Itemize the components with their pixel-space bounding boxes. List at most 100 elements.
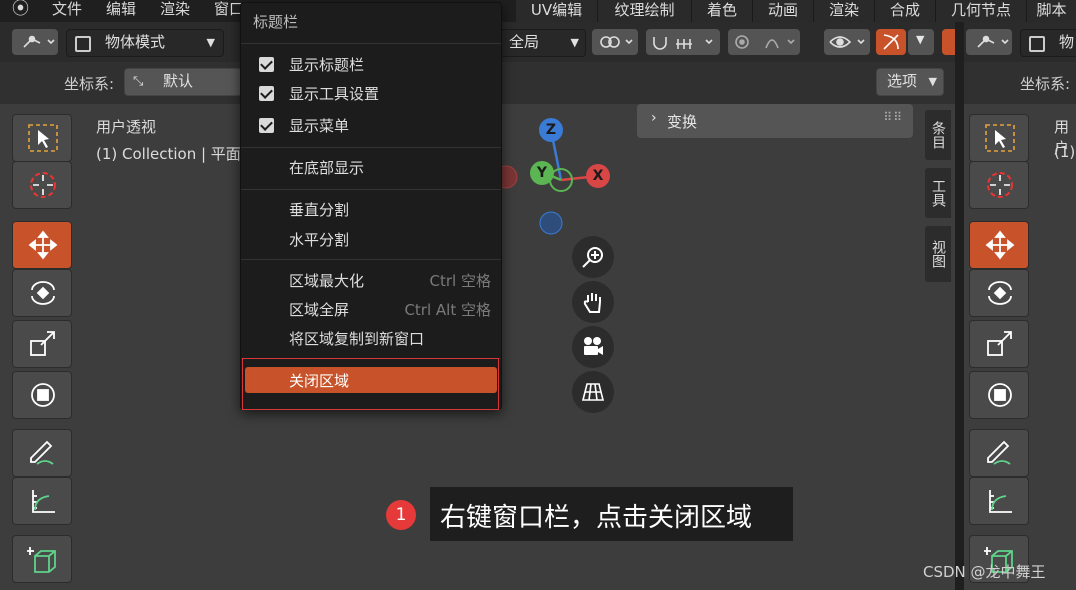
chevron-down-icon: ▼ <box>570 36 579 49</box>
options-select[interactable]: 选项 ▼ <box>876 68 944 96</box>
viewport-header: 物体模式 ▼ 全局 ▼ ▼ 物 <box>0 22 1076 62</box>
editor-type-button-right[interactable] <box>966 29 1012 55</box>
move-tool-right[interactable] <box>969 221 1029 269</box>
move-tool[interactable] <box>12 221 72 269</box>
coord-system-select[interactable]: ⤡ 默认 <box>124 68 242 96</box>
tool-settings-bar: 坐标系: ⤡ 默认 选项 ▼ 坐标系: <box>0 62 1076 104</box>
ruler-icon <box>32 490 55 513</box>
annotate-tool-right[interactable] <box>969 429 1029 477</box>
transform-panel-header[interactable]: › 变换 ⠿⠿ <box>637 104 913 138</box>
menu-edit[interactable]: 编辑 <box>106 0 136 18</box>
tab-shading[interactable]: 着色 <box>692 0 753 22</box>
gizmo-y-axis[interactable]: Y <box>530 161 554 185</box>
object-mode-icon <box>1029 36 1045 52</box>
object-mode-select[interactable]: 物体模式 ▼ <box>66 29 224 57</box>
drag-handle-icon[interactable]: ⠿⠿ <box>883 110 903 124</box>
camera-view-button[interactable] <box>572 326 614 368</box>
select-cursor-icon <box>28 124 58 152</box>
menu-render[interactable]: 渲染 <box>160 0 190 18</box>
chevron-down-icon: ▼ <box>928 75 937 88</box>
select-box-tool-right[interactable] <box>969 114 1029 162</box>
shortcut-maximize: Ctrl 空格 <box>429 272 491 290</box>
rotate-tool[interactable] <box>12 269 72 317</box>
zoom-button[interactable] <box>572 236 614 278</box>
object-mode-select-right[interactable]: 物 <box>1020 29 1076 57</box>
tab-compositing[interactable]: 合成 <box>875 0 936 22</box>
chevron-down-icon: ▼ <box>206 36 215 49</box>
editor-type-button[interactable] <box>12 29 58 55</box>
menu-item-show-menus[interactable]: 显示菜单 <box>289 115 349 136</box>
pan-button[interactable] <box>572 281 614 323</box>
gizmo-toggle-button[interactable] <box>876 29 906 55</box>
tab-scripting[interactable]: 脚本 <box>1027 0 1076 22</box>
transform-tool-right[interactable] <box>969 371 1029 419</box>
tab-texture-paint[interactable]: 纹理绘制 <box>598 0 692 22</box>
area-divider[interactable] <box>955 22 964 590</box>
magnet-icon <box>653 37 713 50</box>
menu-item-maximize[interactable]: 区域最大化 <box>289 270 364 291</box>
menu-separator <box>241 189 501 190</box>
gizmo-dropdown-button[interactable]: ▼ <box>908 29 934 55</box>
select-box-tool[interactable] <box>12 114 72 162</box>
menu-item-show-tool-settings[interactable]: 显示工具设置 <box>289 83 379 104</box>
menu-item-horizontal-split[interactable]: 水平分割 <box>289 229 349 250</box>
add-cube-tool[interactable] <box>12 535 72 583</box>
add-cube-icon <box>27 547 56 573</box>
tab-uv-editing[interactable]: UV编辑 <box>516 0 598 22</box>
ortho-toggle-button[interactable] <box>572 371 614 413</box>
camera-icon <box>584 337 603 355</box>
menu-item-flip-bottom[interactable]: 在底部显示 <box>289 157 364 178</box>
menu-file[interactable]: 文件 <box>52 0 82 18</box>
tab-animation[interactable]: 动画 <box>753 0 814 22</box>
menu-separator <box>241 147 501 148</box>
cursor-tool-right[interactable] <box>969 161 1029 209</box>
step-badge: 1 <box>386 500 416 530</box>
object-mode-icon <box>75 36 91 52</box>
gizmo-icon <box>883 34 899 50</box>
gizmo-x-axis[interactable]: X <box>586 164 610 188</box>
blender-logo-icon[interactable]: ⦿ <box>12 0 29 18</box>
transform-panel-title: 变换 <box>667 113 698 131</box>
show-header-checkbox[interactable] <box>259 57 274 72</box>
scale-tool-right[interactable] <box>969 320 1029 368</box>
measure-tool-right[interactable] <box>969 477 1029 525</box>
rotate-icon <box>988 281 1012 305</box>
rotate-tool-right[interactable] <box>969 269 1029 317</box>
transform-orientation-select[interactable]: 全局 ▼ <box>500 29 586 57</box>
crosshair-icon <box>987 172 1013 198</box>
tab-item[interactable]: 条目 <box>925 110 951 160</box>
axes-icon <box>23 35 55 48</box>
show-tool-settings-checkbox[interactable] <box>259 86 274 101</box>
overlay-button[interactable] <box>942 29 956 55</box>
pivot-icon <box>600 36 633 48</box>
transform-tool[interactable] <box>12 371 72 419</box>
cursor-tool[interactable] <box>12 161 72 209</box>
coord-system-label-right: 坐标系: <box>1020 75 1071 93</box>
tab-rendering[interactable]: 渲染 <box>814 0 875 22</box>
menu-item-show-header[interactable]: 显示标题栏 <box>289 54 364 75</box>
coord-system-label: 坐标系: <box>64 75 115 93</box>
top-menu-bar: ⦿ 文件 编辑 渲染 窗口 UV编辑 纹理绘制 着色 动画 渲染 合成 几何节点… <box>0 0 1076 22</box>
show-menus-checkbox[interactable] <box>259 118 274 133</box>
transform-icon <box>988 383 1012 407</box>
pivot-point-button[interactable] <box>592 29 638 55</box>
pencil-icon <box>30 440 54 465</box>
visibility-button[interactable] <box>824 29 870 55</box>
ruler-icon <box>989 490 1012 513</box>
scale-tool[interactable] <box>12 320 72 368</box>
tab-tool[interactable]: 工具 <box>925 168 951 218</box>
menu-item-fullscreen[interactable]: 区域全屏 <box>289 299 349 320</box>
tab-geometry-nodes[interactable]: 几何节点 <box>936 0 1027 22</box>
move-arrows-icon <box>28 230 58 260</box>
measure-tool[interactable] <box>12 477 72 525</box>
collection-label: (1) Collection | 平面 <box>96 145 241 163</box>
proportional-edit-button[interactable] <box>728 29 800 55</box>
gizmo-z-axis[interactable]: Z <box>539 118 563 142</box>
scale-icon <box>987 331 1012 356</box>
menu-item-duplicate[interactable]: 将区域复制到新窗口 <box>289 328 424 349</box>
snap-button[interactable] <box>646 29 720 55</box>
menu-item-vertical-split[interactable]: 垂直分割 <box>289 199 349 220</box>
annotate-tool[interactable] <box>12 429 72 477</box>
tab-view[interactable]: 视图 <box>925 226 951 282</box>
proportional-icon <box>735 35 795 49</box>
